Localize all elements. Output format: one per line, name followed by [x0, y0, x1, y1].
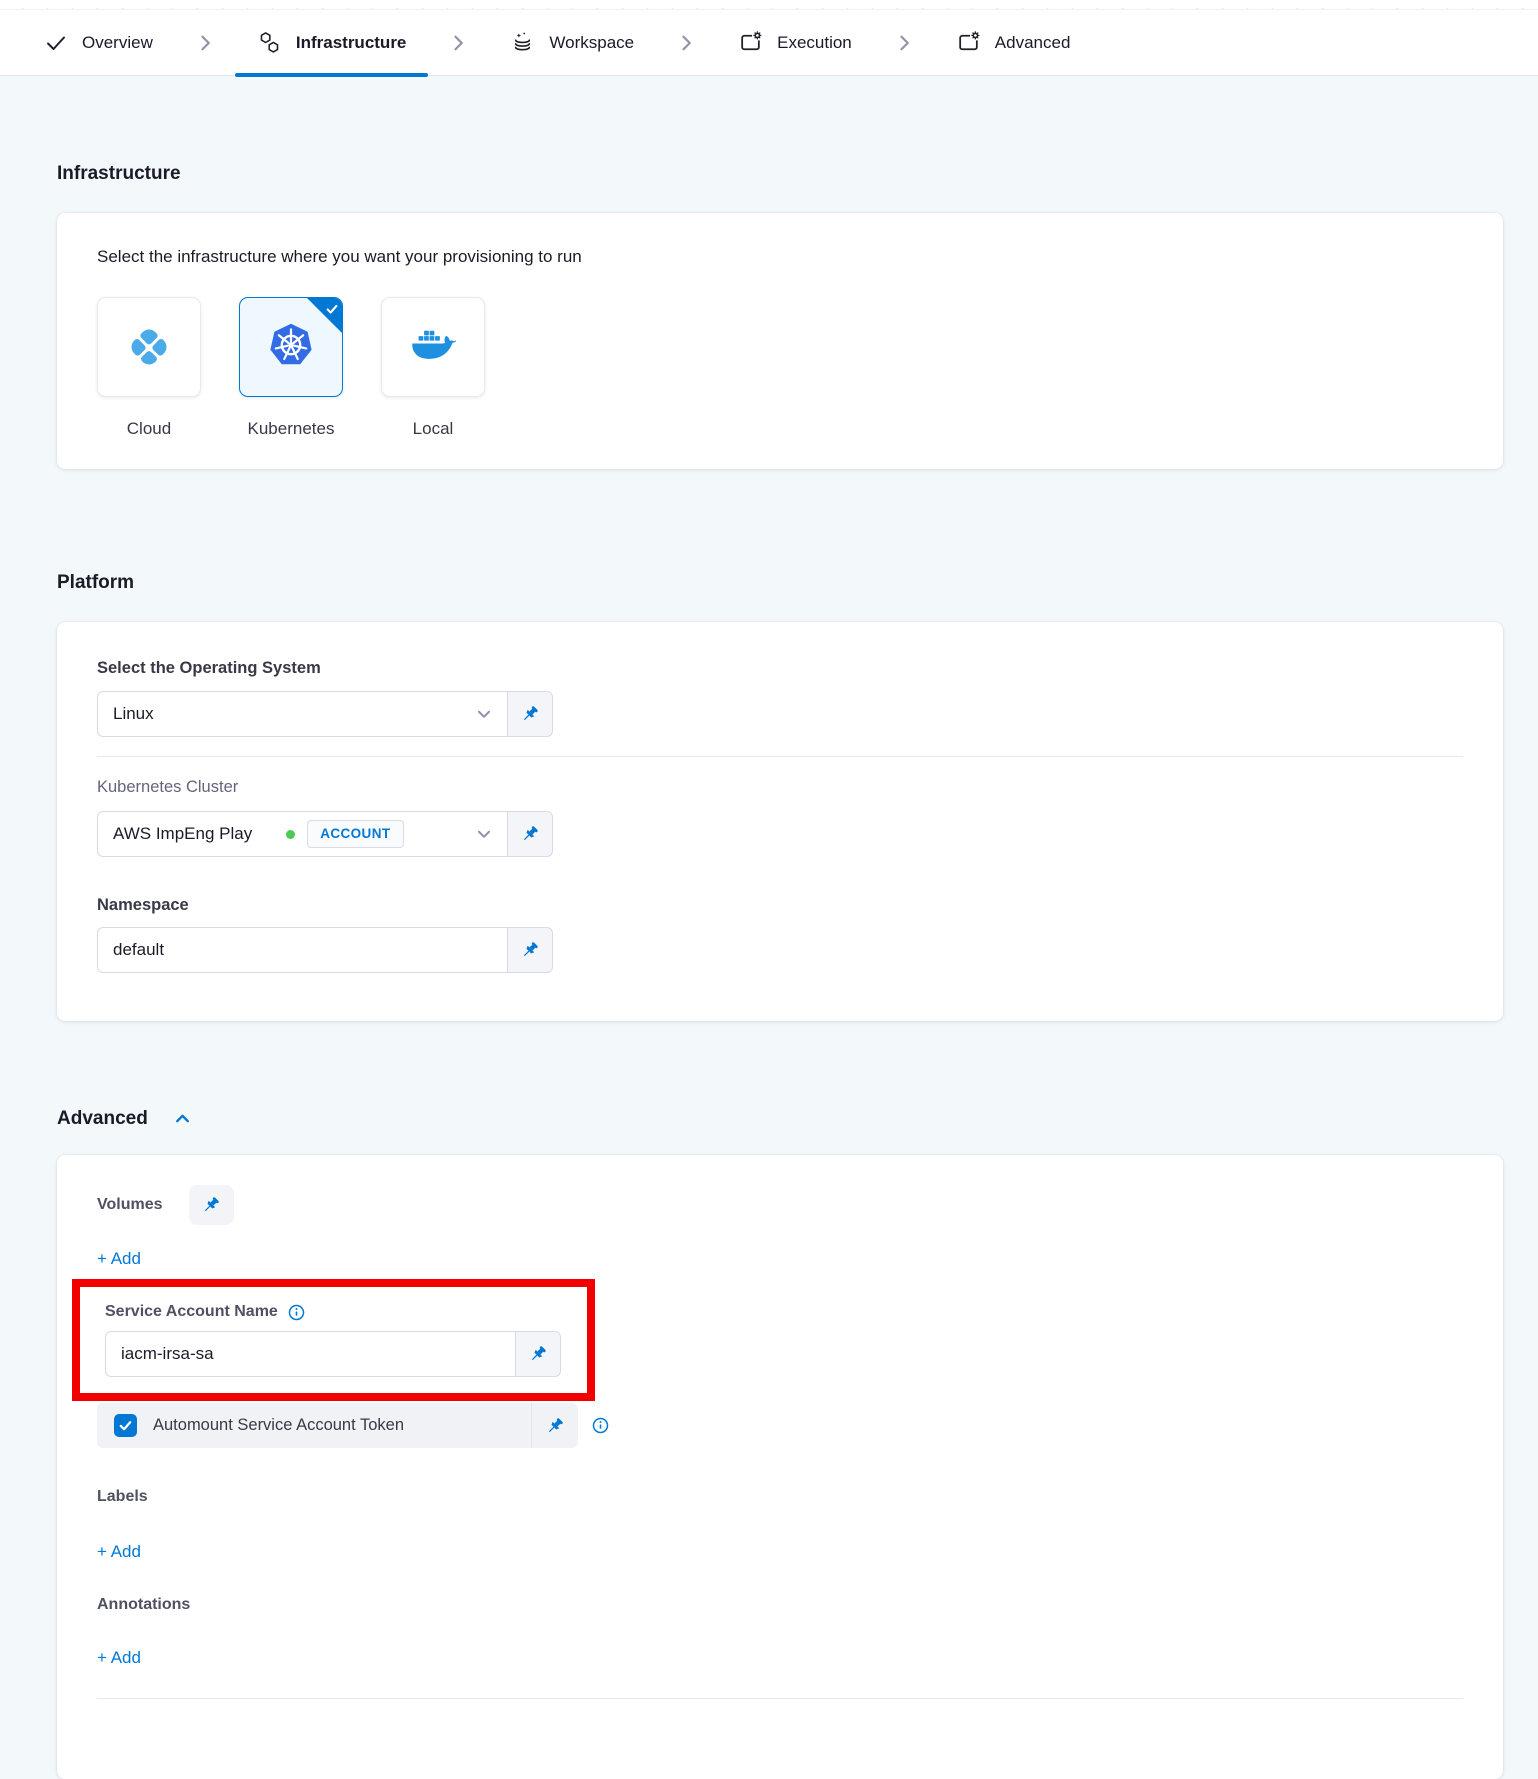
- tab-label: Execution: [777, 33, 852, 53]
- os-select-value: Linux: [113, 704, 154, 724]
- labels-label: Labels: [97, 1488, 1463, 1506]
- os-pin-button[interactable]: [507, 691, 553, 737]
- chevron-right-icon: [448, 33, 468, 53]
- add-annotation-link[interactable]: + Add: [97, 1648, 141, 1668]
- chevron-right-icon: [676, 33, 696, 53]
- tab-infrastructure[interactable]: Infrastructure: [235, 10, 429, 75]
- tab-advanced[interactable]: Advanced: [934, 10, 1093, 75]
- docker-icon: [410, 327, 456, 368]
- cluster-select-label: Kubernetes Cluster: [97, 777, 1463, 797]
- option-local: Local: [381, 297, 485, 439]
- wizard-tabbar: Overview Infrastructure Workspace: [0, 10, 1538, 76]
- main-content: Infrastructure Select the infrastructure…: [0, 162, 1538, 1779]
- checkmark-icon: [325, 302, 339, 321]
- option-kubernetes: Kubernetes: [239, 297, 343, 439]
- tab-label: Advanced: [995, 33, 1071, 53]
- pin-icon: [546, 1417, 564, 1435]
- annotations-label: Annotations: [97, 1596, 1463, 1614]
- hexagons-icon: [257, 30, 282, 55]
- scope-badge: ACCOUNT: [307, 820, 403, 848]
- add-label-link[interactable]: + Add: [97, 1542, 141, 1562]
- chevron-right-icon: [894, 33, 914, 53]
- volumes-row: Volumes: [97, 1185, 1463, 1225]
- check-icon: [44, 31, 68, 55]
- pin-icon: [529, 1345, 547, 1363]
- namespace-input-box: [97, 927, 507, 973]
- automount-label: Automount Service Account Token: [153, 1416, 404, 1435]
- service-account-input-box: [105, 1331, 515, 1377]
- option-label: Local: [413, 419, 454, 439]
- service-account-pin-button[interactable]: [515, 1331, 561, 1377]
- layers-icon: [510, 30, 535, 55]
- namespace-input[interactable]: [113, 940, 493, 960]
- board-gear-icon: [956, 30, 981, 55]
- field-divider: [97, 756, 1463, 757]
- option-label: Cloud: [127, 419, 171, 439]
- service-account-control: [105, 1331, 561, 1377]
- tab-overview[interactable]: Overview: [22, 10, 175, 75]
- pin-icon: [202, 1196, 220, 1214]
- advanced-card: Volumes + Add Service Account Name: [57, 1155, 1503, 1779]
- chevron-down-icon: [467, 825, 493, 843]
- section-heading-platform: Platform: [57, 571, 1503, 594]
- automount-pin-button[interactable]: [531, 1403, 578, 1448]
- checkmark-icon: [118, 1418, 133, 1433]
- cloud-option-card[interactable]: [97, 297, 201, 397]
- chevron-up-icon: [174, 1110, 191, 1127]
- platform-card: Select the Operating System Linux Kubern…: [57, 622, 1503, 1021]
- pin-icon: [521, 941, 539, 959]
- option-cloud: Cloud: [97, 297, 201, 439]
- namespace-pin-button[interactable]: [507, 927, 553, 973]
- namespace-control: [97, 927, 553, 973]
- automount-checkbox[interactable]: [114, 1414, 137, 1437]
- automount-section: Automount Service Account Token: [97, 1403, 1463, 1448]
- volumes-label: Volumes: [97, 1196, 163, 1214]
- tab-label: Workspace: [549, 33, 634, 53]
- os-select[interactable]: Linux: [97, 691, 507, 737]
- advanced-heading-text: Advanced: [57, 1107, 148, 1130]
- cluster-pin-button[interactable]: [507, 811, 553, 857]
- info-icon[interactable]: [592, 1417, 609, 1434]
- window-drag-dots-strip: [0, 0, 1538, 10]
- kubernetes-option-card[interactable]: [239, 297, 343, 397]
- infrastructure-options: Cloud: [97, 297, 1463, 439]
- section-divider: [97, 1698, 1463, 1699]
- service-account-input[interactable]: [121, 1344, 501, 1364]
- board-gear-icon: [738, 30, 763, 55]
- automount-row: Automount Service Account Token: [97, 1403, 578, 1448]
- cluster-select-value: AWS ImpEng Play: [113, 824, 252, 844]
- pin-icon: [521, 825, 539, 843]
- local-option-card[interactable]: [381, 297, 485, 397]
- service-account-label: Service Account Name: [105, 1303, 278, 1321]
- chevron-right-icon: [195, 33, 215, 53]
- annotation-highlight-box: Service Account Name: [72, 1279, 595, 1401]
- tab-execution[interactable]: Execution: [716, 10, 874, 75]
- os-select-control: Linux: [97, 691, 553, 737]
- tab-workspace[interactable]: Workspace: [488, 10, 656, 75]
- pin-icon: [521, 705, 539, 723]
- tab-label: Overview: [82, 33, 153, 53]
- connector-status-dot: [286, 830, 295, 839]
- tab-label: Infrastructure: [296, 33, 407, 53]
- infrastructure-prompt: Select the infrastructure where you want…: [97, 247, 1463, 267]
- namespace-label: Namespace: [97, 895, 1463, 915]
- collapse-advanced-button[interactable]: [174, 1110, 191, 1127]
- cluster-select[interactable]: AWS ImpEng Play ACCOUNT: [97, 811, 507, 857]
- section-heading-infrastructure: Infrastructure: [57, 162, 1503, 185]
- service-account-label-row: Service Account Name: [105, 1303, 587, 1321]
- option-label: Kubernetes: [248, 419, 335, 439]
- chevron-down-icon: [467, 705, 493, 723]
- cluster-select-control: AWS ImpEng Play ACCOUNT: [97, 811, 553, 857]
- section-heading-advanced: Advanced: [57, 1107, 1503, 1130]
- os-select-label: Select the Operating System: [97, 658, 1463, 678]
- infrastructure-card: Select the infrastructure where you want…: [57, 213, 1503, 469]
- cloud-icon: [128, 326, 170, 368]
- add-volume-link[interactable]: + Add: [97, 1249, 141, 1269]
- info-icon[interactable]: [288, 1304, 305, 1321]
- volumes-pin-button[interactable]: [189, 1185, 234, 1225]
